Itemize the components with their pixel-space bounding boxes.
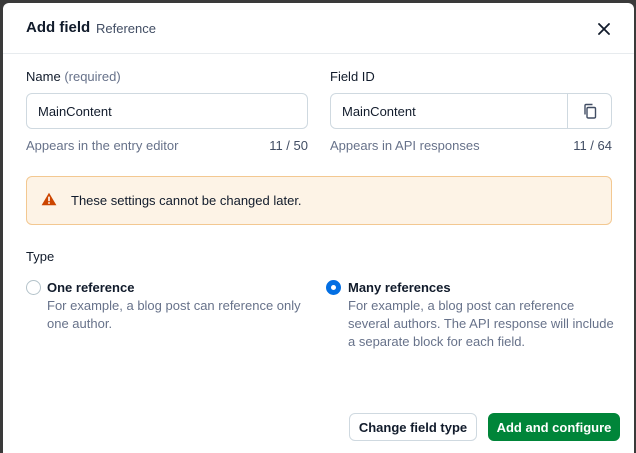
one-reference-description: For example, a blog post can reference o… bbox=[47, 297, 301, 333]
dialog-subtitle: Reference bbox=[96, 21, 156, 36]
warning-text: These settings cannot be changed later. bbox=[71, 193, 302, 208]
many-references-desc-line: For example, a blog post can reference bbox=[348, 298, 575, 313]
change-field-type-button[interactable]: Change field type bbox=[349, 413, 477, 441]
copy-button[interactable] bbox=[567, 93, 612, 129]
one-reference-desc-line: one author. bbox=[47, 316, 113, 331]
radio-many-references[interactable] bbox=[326, 280, 341, 295]
field-id-help: Appears in API responses bbox=[330, 138, 480, 153]
warning-icon bbox=[41, 192, 57, 206]
warning-note: These settings cannot be changed later. bbox=[26, 176, 612, 225]
field-id-label: Field ID bbox=[330, 69, 375, 84]
required-text: (required) bbox=[64, 69, 121, 84]
field-id-char-count: 11 / 64 bbox=[573, 138, 612, 153]
one-reference-label[interactable]: One reference bbox=[47, 280, 134, 295]
add-field-dialog: Add field Reference Name (required) Appe… bbox=[3, 3, 634, 453]
many-references-desc-line: several authors. The API response will i… bbox=[348, 316, 614, 331]
copy-icon bbox=[583, 103, 596, 119]
name-label-text: Name bbox=[26, 69, 61, 84]
dialog-title: Add field bbox=[26, 19, 91, 36]
add-and-configure-button[interactable]: Add and configure bbox=[488, 413, 620, 441]
many-references-description: For example, a blog post can reference s… bbox=[348, 297, 614, 351]
many-references-desc-line: a separate block for each field. bbox=[348, 334, 526, 349]
type-heading: Type bbox=[26, 249, 55, 264]
close-button[interactable] bbox=[593, 18, 615, 40]
name-input[interactable] bbox=[26, 93, 308, 129]
name-help: Appears in the entry editor bbox=[26, 138, 179, 153]
name-char-count: 11 / 50 bbox=[269, 138, 308, 153]
one-reference-desc-line: For example, a blog post can reference o… bbox=[47, 298, 301, 313]
close-icon bbox=[598, 23, 610, 35]
field-id-label-text: Field ID bbox=[330, 69, 375, 84]
radio-one-reference[interactable] bbox=[26, 280, 41, 295]
many-references-label[interactable]: Many references bbox=[348, 280, 451, 295]
dialog-header: Add field Reference bbox=[3, 3, 634, 54]
field-id-input[interactable] bbox=[330, 93, 568, 129]
name-label: Name (required) bbox=[26, 69, 121, 84]
